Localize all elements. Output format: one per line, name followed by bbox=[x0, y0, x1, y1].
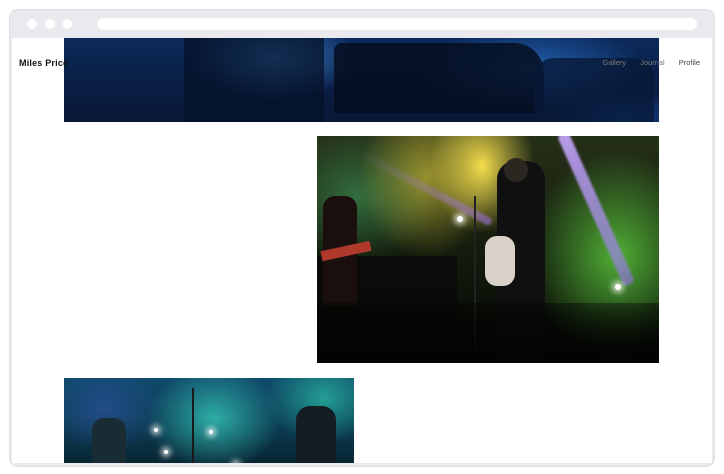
performer-left-figure bbox=[92, 418, 126, 463]
close-dot[interactable] bbox=[27, 19, 37, 29]
mic-stand bbox=[192, 388, 194, 463]
stage-light bbox=[164, 450, 168, 454]
zoom-dot[interactable] bbox=[62, 19, 72, 29]
singer-guitar bbox=[485, 236, 515, 286]
stage-light bbox=[457, 216, 463, 222]
minimize-dot[interactable] bbox=[45, 19, 55, 29]
page-viewport: Miles Price Gallery Journal Profile bbox=[12, 38, 712, 463]
drum-kit-shape bbox=[534, 58, 654, 122]
top-navigation: Gallery Journal Profile bbox=[602, 58, 700, 67]
browser-window: Miles Price Gallery Journal Profile bbox=[10, 10, 714, 466]
nav-profile[interactable]: Profile bbox=[679, 58, 700, 67]
performer-right-figure bbox=[296, 406, 336, 463]
singer-head bbox=[504, 158, 528, 182]
stage-light bbox=[154, 428, 158, 432]
purple-light-beam bbox=[357, 148, 494, 227]
concert-photo-singer-beams[interactable] bbox=[317, 136, 659, 363]
site-brand[interactable]: Miles Price bbox=[19, 58, 68, 68]
speaker-shape bbox=[334, 43, 544, 113]
address-bar[interactable] bbox=[97, 18, 697, 30]
concert-photo-blue[interactable] bbox=[64, 38, 659, 122]
purple-light-beam bbox=[557, 136, 636, 287]
stage-light bbox=[209, 430, 213, 434]
nav-journal[interactable]: Journal bbox=[640, 58, 665, 67]
stage-floor bbox=[317, 303, 659, 363]
stage-equipment-shape bbox=[184, 38, 324, 122]
stage-light bbox=[615, 284, 621, 290]
concert-photo-teal[interactable] bbox=[64, 378, 354, 463]
nav-gallery[interactable]: Gallery bbox=[602, 58, 626, 67]
browser-titlebar bbox=[10, 10, 714, 38]
